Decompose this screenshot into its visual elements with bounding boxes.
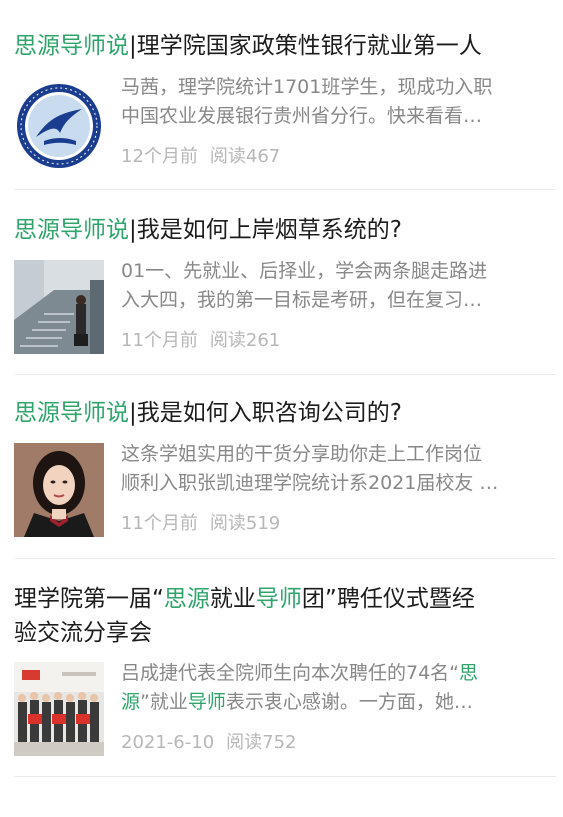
title-text: 验交流分享会: [14, 620, 152, 646]
publish-time: 11个月前: [121, 330, 198, 351]
title-column-prefix: 思源导师说: [14, 33, 129, 59]
title-text: 我是如何入职咨询公司的?: [136, 400, 402, 426]
article-thumbnail[interactable]: [14, 79, 104, 173]
title-separator: |: [129, 400, 137, 426]
read-count: 阅读519: [209, 513, 281, 534]
summary-text: 吕成捷代表全院师生向本次聘任的74名“: [121, 662, 460, 684]
article-summary: 马茜，理学院统计1701班学生，现成功入职 中国农业发展银行贵州省分行。快来看看…: [121, 73, 533, 131]
article-meta: 11个月前 阅读261: [121, 329, 280, 353]
title-separator: |: [129, 33, 137, 59]
article-thumbnail[interactable]: [14, 443, 104, 537]
summary-line: 顺利入职张凯迪理学院统计系2021届校友 …: [121, 472, 499, 494]
article-thumbnail[interactable]: [14, 662, 104, 756]
article-thumbnail[interactable]: [14, 260, 104, 354]
publish-time: 11个月前: [121, 513, 198, 534]
article-meta: 11个月前 阅读519: [121, 512, 280, 536]
list-item[interactable]: 思源导师说|理学院国家政策性银行就业第一人 马茜，理学院统计1701班学生，现成…: [0, 0, 563, 190]
article-summary: 01一、先就业、后择业，学会两条腿走路进 入大四，我的第一目标是考研，但在复习…: [121, 257, 533, 315]
article-title[interactable]: 思源导师说|我是如何上岸烟草系统的?: [14, 213, 534, 247]
summary-line: 吕成捷代表全院师生向本次聘任的74名“思: [121, 659, 533, 688]
article-title[interactable]: 理学院第一届“思源就业导师团”聘任仪式暨经验交流分享会: [14, 582, 534, 650]
title-column-prefix: 思源导师说: [14, 400, 129, 426]
read-count: 阅读467: [209, 146, 281, 167]
publish-time: 12个月前: [121, 146, 198, 167]
summary-highlight: 思: [459, 662, 479, 684]
summary-line: 源”就业导师表示衷心感谢。一方面，她…: [121, 688, 533, 717]
article-list: 思源导师说|理学院国家政策性银行就业第一人 马茜，理学院统计1701班学生，现成…: [0, 0, 563, 817]
photo-staircase: [14, 260, 104, 354]
article-summary: 吕成捷代表全院师生向本次聘任的74名“思 源”就业导师表示衷心感谢。一方面，她…: [121, 659, 533, 717]
article-summary: 这条学姐实用的干货分享助你走上工作岗位 顺利入职张凯迪理学院统计系2021届校友…: [121, 440, 533, 498]
title-text: 理学院国家政策性银行就业第一人: [136, 33, 482, 59]
divider: [14, 776, 556, 777]
summary-highlight: 导师: [187, 691, 226, 713]
title-text: 理学院第一届“: [14, 586, 164, 612]
list-item[interactable]: 理学院第一届“思源就业导师团”聘任仪式暨经 验交流分享会 吕成捷代表全院师生向本…: [0, 559, 563, 777]
title-highlight: 思源: [163, 586, 210, 612]
summary-line: 入大四，我的第一目标是考研，但在复习…: [121, 289, 483, 311]
photo-portrait: [14, 443, 104, 537]
title-separator: |: [129, 217, 137, 243]
title-text: 团”聘任仪式暨经: [301, 586, 475, 612]
university-logo-icon: [14, 79, 104, 173]
summary-line: 马茜，理学院统计1701班学生，现成功入职: [121, 76, 493, 98]
article-title[interactable]: 思源导师说|理学院国家政策性银行就业第一人: [14, 29, 534, 63]
publish-time: 2021-6-10: [121, 732, 215, 753]
list-item[interactable]: 思源导师说|我是如何上岸烟草系统的? 01一、先就业、后择业，学会两条腿走路进 …: [0, 190, 563, 374]
read-count: 阅读261: [209, 330, 281, 351]
read-count: 阅读752: [226, 732, 297, 753]
summary-line: 01一、先就业、后择业，学会两条腿走路进: [121, 260, 488, 282]
title-highlight: 导师: [255, 586, 302, 612]
summary-text: ”就业: [140, 691, 188, 713]
title-column-prefix: 思源导师说: [14, 217, 129, 243]
summary-highlight: 源: [121, 691, 141, 713]
list-item[interactable]: 思源导师说|我是如何入职咨询公司的? 这条学姐实用的干货分享助你走上工作岗位 顺…: [0, 375, 563, 559]
article-meta: 2021-6-10 阅读752: [121, 731, 297, 755]
article-meta: 12个月前 阅读467: [121, 145, 280, 169]
summary-text: 表示衷心感谢。一方面，她…: [225, 691, 473, 713]
article-title[interactable]: 思源导师说|我是如何入职咨询公司的?: [14, 396, 534, 430]
title-text: 我是如何上岸烟草系统的?: [136, 217, 402, 243]
photo-ceremony: [14, 662, 104, 756]
summary-line: 中国农业发展银行贵州省分行。快来看看…: [121, 105, 483, 127]
summary-line: 这条学姐实用的干货分享助你走上工作岗位: [121, 443, 483, 465]
title-text: 就业: [209, 586, 256, 612]
